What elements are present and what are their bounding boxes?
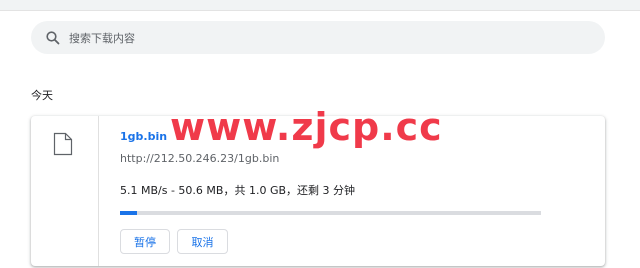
download-source-url[interactable]: http://212.50.246.23/1gb.bin [120,152,279,165]
top-toolbar-strip [0,0,640,11]
search-icon[interactable] [45,30,61,46]
cancel-button[interactable]: 取消 [177,229,228,254]
file-icon [53,132,73,156]
pause-button[interactable]: 暂停 [120,229,170,254]
download-filename-link[interactable]: 1gb.bin [120,130,167,143]
download-progress-bar [120,211,541,215]
search-input[interactable]: 搜索下载内容 [69,30,135,46]
file-icon-column [31,116,99,266]
watermark-text: www.zjcp.cc [170,105,443,149]
download-progress-fill [120,211,137,215]
date-section-heading: 今天 [31,89,53,102]
download-status-text: 5.1 MB/s - 50.6 MB，共 1.0 GB，还剩 3 分钟 [120,184,356,197]
search-bar[interactable]: 搜索下载内容 [31,21,605,54]
